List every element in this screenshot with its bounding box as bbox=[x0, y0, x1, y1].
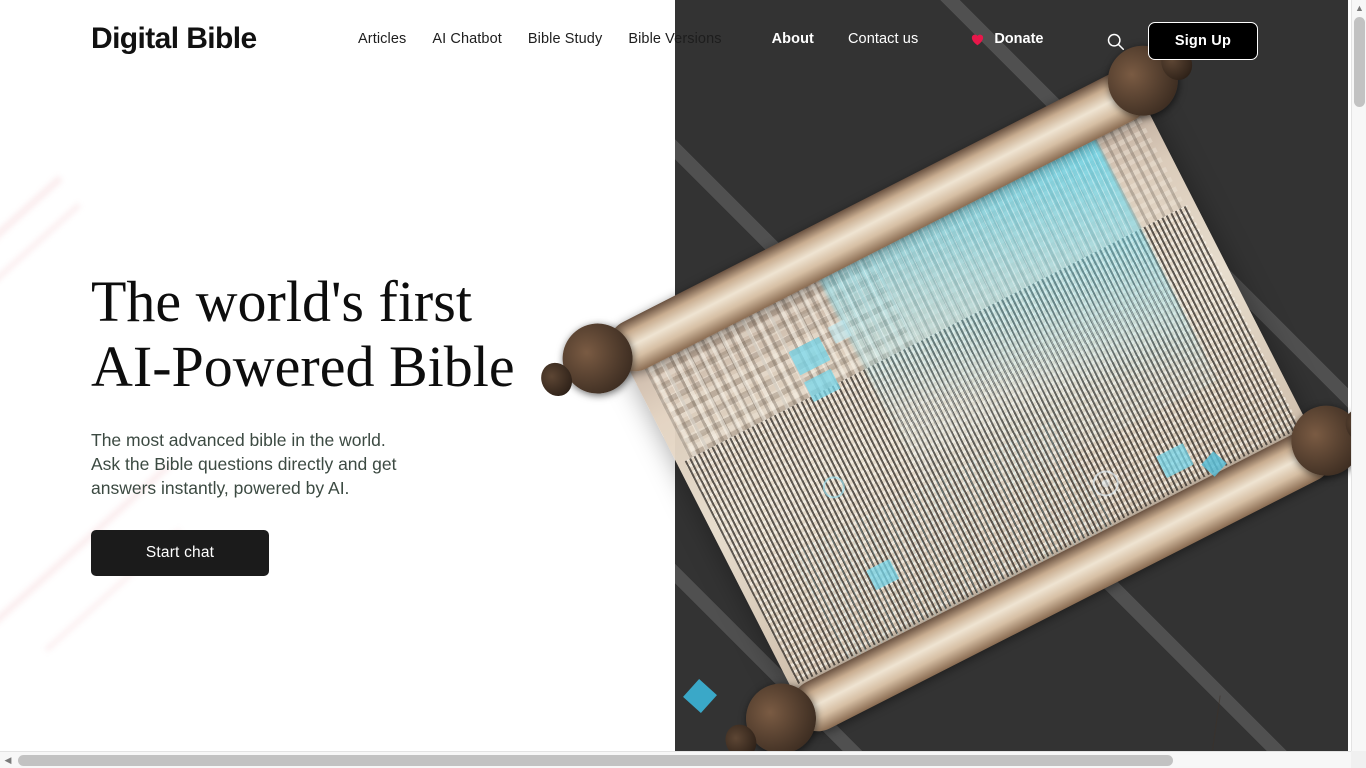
scroll-up-arrow[interactable]: ▲ bbox=[1352, 0, 1366, 16]
page-title: The world's first AI-Powered Bible bbox=[91, 269, 515, 399]
chevron-up-icon: ▲ bbox=[1355, 2, 1364, 13]
nav-bible-versions[interactable]: Bible Versions bbox=[628, 31, 721, 47]
horizontal-scrollbar[interactable]: ◀ bbox=[0, 751, 1366, 768]
vertical-scrollbar-thumb[interactable] bbox=[1354, 17, 1365, 107]
scroll-left-arrow[interactable]: ◀ bbox=[0, 752, 16, 768]
main-navigation: Articles AI Chatbot Bible Study Bible Ve… bbox=[358, 31, 1043, 47]
hero-subcopy: The most advanced bible in the world. As… bbox=[91, 429, 397, 499]
sign-up-button[interactable]: Sign Up bbox=[1147, 22, 1258, 60]
search-icon bbox=[1108, 33, 1125, 50]
browser-page: Digital Bible Articles AI Chatbot Bible … bbox=[0, 0, 1366, 768]
hero-image-panel bbox=[675, 0, 1348, 751]
header-actions: Sign Up bbox=[1104, 22, 1258, 60]
nav-bible-study[interactable]: Bible Study bbox=[528, 31, 602, 47]
nav-about[interactable]: About bbox=[772, 31, 814, 47]
start-chat-button[interactable]: Start chat bbox=[91, 530, 269, 577]
vertical-scrollbar[interactable]: ▲ bbox=[1351, 0, 1366, 751]
nav-donate-label: Donate bbox=[994, 31, 1044, 47]
scrollbar-corner bbox=[1351, 751, 1366, 768]
diagonal-stripes-pattern bbox=[675, 0, 1348, 751]
nav-articles[interactable]: Articles bbox=[358, 31, 406, 47]
search-button[interactable] bbox=[1104, 29, 1128, 53]
site-header: Digital Bible Articles AI Chatbot Bible … bbox=[0, 0, 1351, 82]
heart-icon bbox=[972, 34, 984, 46]
horizontal-scrollbar-thumb[interactable] bbox=[18, 755, 1173, 766]
chevron-left-icon: ◀ bbox=[4, 754, 12, 765]
nav-contact-us[interactable]: Contact us bbox=[848, 31, 918, 47]
hero-content: The world's first AI-Powered Bible The m… bbox=[91, 269, 611, 577]
brand-logo[interactable]: Digital Bible bbox=[91, 22, 257, 56]
nav-ai-chatbot[interactable]: AI Chatbot bbox=[432, 31, 502, 47]
nav-donate[interactable]: Donate bbox=[970, 31, 1043, 47]
page-viewport: Digital Bible Articles AI Chatbot Bible … bbox=[0, 0, 1351, 751]
